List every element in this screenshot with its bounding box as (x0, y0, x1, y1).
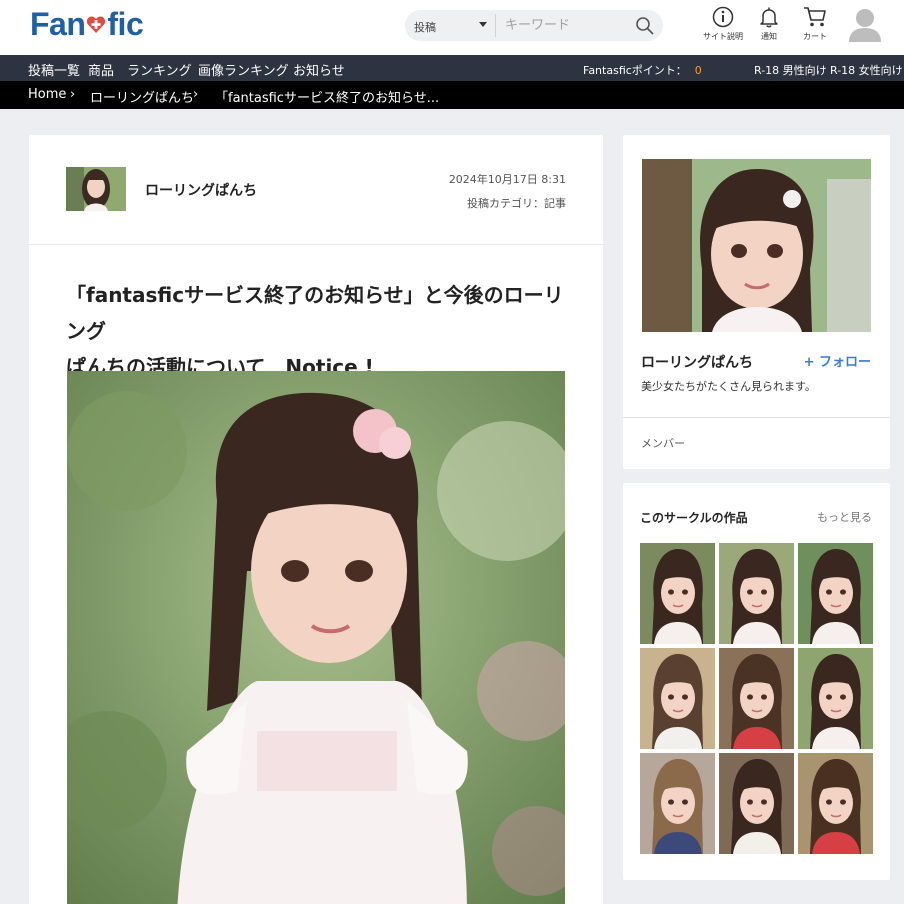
bell-icon (760, 7, 778, 28)
nav-item-products[interactable]: 商品 (88, 60, 114, 79)
circle-profile-card: ローリングぱんち + フォロー 美少女たちがたくさん見られます。 メンバー (623, 135, 890, 469)
work-thumbnail[interactable] (798, 648, 873, 749)
circle-profile-image[interactable] (642, 159, 871, 332)
post-title-line: 「fantasficサービス終了のお知らせ」と今後のローリング (66, 283, 564, 343)
breadcrumb-circle[interactable]: ローリングぱんち (90, 87, 194, 106)
search-bar: 投稿 (405, 10, 663, 41)
work-thumbnail[interactable] (719, 753, 794, 854)
search-icon[interactable] (635, 16, 655, 36)
points-label: Fantasficポイント： (583, 64, 687, 77)
caret-down-icon (479, 22, 487, 27)
points-display: Fantasficポイント： 0 (583, 62, 702, 78)
post-category: 投稿カテゴリ：記事 (467, 197, 566, 210)
post-date: 2024年10月17日 8:31 (448, 173, 566, 186)
post-card: ローリングぱんち 2024年10月17日 8:31 投稿カテゴリ：記事 「fan… (29, 135, 603, 904)
search-category-select[interactable]: 投稿 (405, 10, 495, 41)
follow-button[interactable]: + フォロー (804, 351, 871, 370)
nav-r18-female[interactable]: R-18 女性向け (830, 62, 903, 78)
cart-label: カート (803, 32, 827, 41)
post-title: 「fantasficサービス終了のお知らせ」と今後のローリング ぱんちの活動につ… (66, 277, 571, 385)
works-title: このサークルの作品 (640, 511, 748, 525)
heart-plus-icon (87, 16, 106, 33)
points-value: 0 (694, 64, 702, 77)
work-thumbnail[interactable] (640, 648, 715, 749)
user-avatar-icon[interactable] (848, 7, 882, 43)
notification-button[interactable]: 通知 (746, 6, 792, 42)
logo-text-left: Fan (30, 6, 86, 42)
breadcrumb-current: 「fantasficサービス終了のお知らせ... (215, 91, 440, 106)
members-link[interactable]: メンバー (641, 435, 685, 451)
divider (623, 417, 890, 418)
author-name[interactable]: ローリングぱんち (145, 180, 257, 200)
site-info-button[interactable]: サイト説明 (700, 6, 746, 42)
work-thumbnail[interactable] (640, 753, 715, 854)
divider (29, 244, 603, 245)
circle-works-card: このサークルの作品 もっと見る (623, 483, 890, 880)
search-divider (495, 14, 496, 37)
logo-text-right: fic (107, 6, 144, 42)
breadcrumb-home[interactable]: Home (28, 87, 66, 102)
work-thumbnail[interactable] (798, 543, 873, 644)
nav-r18-male[interactable]: R-18 男性向け (754, 62, 827, 78)
cart-icon (804, 7, 826, 27)
see-more-link[interactable]: もっと見る (817, 509, 872, 525)
breadcrumb-separator: › (193, 87, 199, 102)
work-thumbnail[interactable] (798, 753, 873, 854)
work-thumbnail[interactable] (640, 543, 715, 644)
search-category-label: 投稿 (414, 21, 436, 34)
circle-description: 美少女たちがたくさん見られます。 (641, 380, 816, 393)
nav-item-posts[interactable]: 投稿一覧 (28, 60, 80, 79)
nav-item-news[interactable]: お知らせ (293, 60, 345, 79)
site-logo[interactable]: Fan fic (30, 6, 144, 43)
breadcrumb: Home › ローリングぱんち › 「fantasficサービス終了のお知らせ.… (0, 81, 904, 109)
circle-name[interactable]: ローリングぱんち (641, 352, 753, 372)
work-thumbnail[interactable] (719, 648, 794, 749)
main-nav: 投稿一覧 商品 ランキング 画像ランキング お知らせ Fantasficポイント… (0, 55, 904, 81)
search-input[interactable] (505, 14, 625, 37)
notification-label: 通知 (761, 32, 777, 41)
nav-item-image-ranking[interactable]: 画像ランキング (198, 60, 289, 79)
site-info-label: サイト説明 (703, 32, 743, 41)
site-header: Fan fic 投稿 サイト説明 通 (0, 0, 904, 55)
post-main-image (67, 371, 565, 904)
nav-item-ranking[interactable]: ランキング (127, 60, 192, 79)
work-thumbnail[interactable] (719, 543, 794, 644)
breadcrumb-separator: › (70, 87, 76, 102)
author-thumbnail[interactable] (66, 167, 126, 211)
info-icon (712, 6, 734, 28)
cart-button[interactable]: カート (792, 6, 838, 42)
